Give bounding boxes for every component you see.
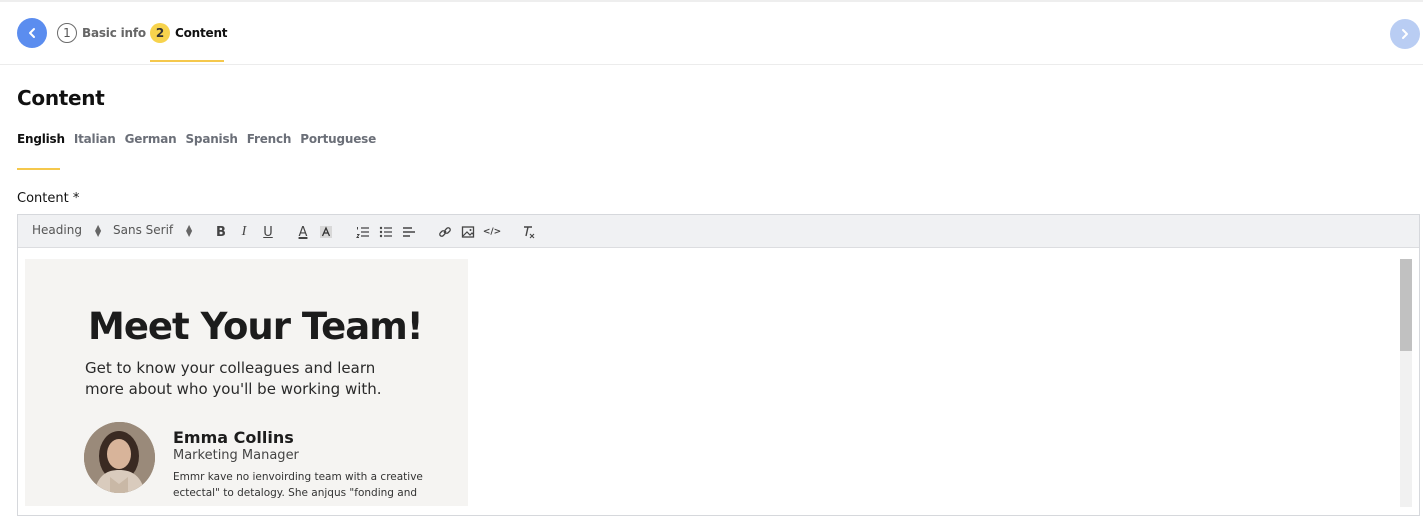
next-button[interactable]: [1390, 19, 1420, 49]
tab-french[interactable]: French: [247, 132, 292, 152]
italic-icon[interactable]: I: [236, 224, 252, 240]
member-role: Marketing Manager: [173, 448, 299, 463]
select-arrows-icon: ▲ ▼: [186, 223, 193, 238]
stepper-bar: 1 Basic info 2 Content: [0, 2, 1423, 65]
step-label: Content: [175, 26, 228, 40]
step-number: 1: [57, 23, 77, 43]
text-color-icon[interactable]: A: [295, 224, 311, 240]
select-arrows-icon: ▲ ▼: [95, 223, 102, 238]
heading-select[interactable]: Heading ▲ ▼: [32, 223, 101, 238]
font-select-value: Sans Serif: [113, 223, 174, 237]
font-select[interactable]: Sans Serif ▲ ▼: [113, 223, 192, 238]
step-number: 2: [150, 23, 170, 43]
team-image-title: Meet Your Team!: [88, 305, 424, 348]
avatar: [84, 422, 155, 493]
ordered-list-icon[interactable]: [355, 224, 371, 240]
step-basic-info[interactable]: 1 Basic info: [57, 22, 146, 44]
team-image-subtitle: Get to know your colleagues and learn mo…: [85, 359, 382, 398]
bold-icon[interactable]: B: [213, 224, 229, 240]
step-label: Basic info: [82, 26, 146, 40]
language-tabs: English Italian German Spanish French Po…: [17, 132, 385, 152]
tab-spanish[interactable]: Spanish: [185, 132, 237, 152]
tab-portuguese[interactable]: Portuguese: [300, 132, 376, 152]
highlight-icon[interactable]: [318, 224, 334, 240]
underline-icon[interactable]: U: [260, 224, 276, 240]
active-tab-indicator: [17, 168, 60, 170]
embedded-team-image: Meet Your Team! Get to know your colleag…: [25, 259, 468, 506]
clear-format-icon[interactable]: [520, 224, 536, 240]
page-title: Content: [17, 86, 105, 110]
step-content[interactable]: 2 Content: [150, 22, 228, 44]
member-bio: Emmr kave no ienvoirding team with a cre…: [173, 471, 423, 499]
image-icon[interactable]: [460, 224, 476, 240]
active-step-indicator: [150, 60, 224, 62]
tab-german[interactable]: German: [125, 132, 177, 152]
link-icon[interactable]: [437, 224, 453, 240]
scrollbar-track[interactable]: [1400, 351, 1412, 507]
rich-text-editor[interactable]: Heading ▲ ▼ Sans Serif ▲ ▼ B I U A </> M…: [17, 214, 1420, 516]
editor-content-area[interactable]: Meet Your Team! Get to know your colleag…: [18, 249, 1419, 515]
chevron-right-icon: [1402, 29, 1408, 39]
editor-toolbar: Heading ▲ ▼ Sans Serif ▲ ▼ B I U A </>: [18, 215, 1419, 248]
back-button[interactable]: [17, 18, 47, 48]
scrollbar-thumb[interactable]: [1400, 259, 1412, 351]
align-icon[interactable]: [401, 224, 417, 240]
code-icon[interactable]: </>: [483, 224, 501, 240]
member-name: Emma Collins: [173, 428, 294, 447]
content-field-label: Content *: [17, 191, 80, 206]
tab-italian[interactable]: Italian: [74, 132, 116, 152]
heading-select-value: Heading: [32, 223, 82, 237]
bullet-list-icon[interactable]: [378, 224, 394, 240]
tab-english[interactable]: English: [17, 132, 65, 152]
chevron-left-icon: [29, 28, 35, 38]
